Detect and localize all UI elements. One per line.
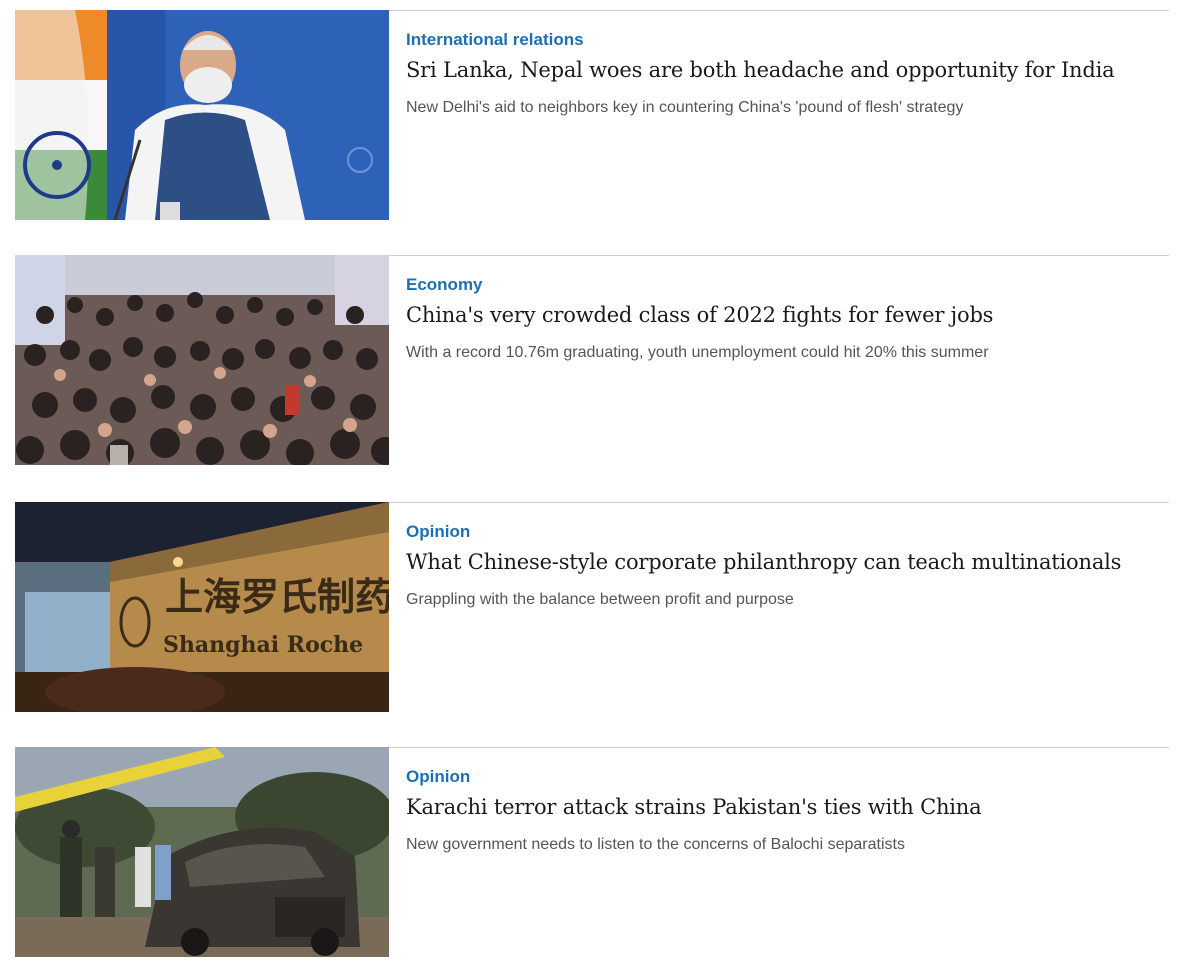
article-card: 上海罗氏制药 Shanghai Roche Opinion What Chine… xyxy=(15,502,1169,712)
article-text: Opinion Karachi terror attack strains Pa… xyxy=(406,747,1169,855)
article-headline-link[interactable]: Karachi terror attack strains Pakistan's… xyxy=(406,793,1169,821)
article-image: 上海罗氏制药 Shanghai Roche xyxy=(15,502,389,712)
article-category-link[interactable]: Opinion xyxy=(406,522,1169,542)
article-card: International relations Sri Lanka, Nepal… xyxy=(15,10,1169,220)
article-category-link[interactable]: International relations xyxy=(406,30,1169,50)
article-headline-link[interactable]: Sri Lanka, Nepal woes are both headache … xyxy=(406,56,1169,84)
article-summary: With a record 10.76m graduating, youth u… xyxy=(406,344,989,361)
article-card: Opinion Karachi terror attack strains Pa… xyxy=(15,747,1169,957)
article-summary: New Delhi's aid to neighbors key in coun… xyxy=(406,99,964,116)
article-summary: New government needs to listen to the co… xyxy=(406,836,905,853)
sign-latin-text: Shanghai Roche xyxy=(163,632,363,658)
article-image xyxy=(15,747,389,957)
article-summary: Grappling with the balance between profi… xyxy=(406,591,794,608)
article-headline-link[interactable]: What Chinese-style corporate philanthrop… xyxy=(406,548,1169,576)
article-text: International relations Sri Lanka, Nepal… xyxy=(406,10,1169,118)
article-category-link[interactable]: Economy xyxy=(406,275,1169,295)
article-text: Economy China's very crowded class of 20… xyxy=(406,255,1169,363)
article-text: Opinion What Chinese-style corporate phi… xyxy=(406,502,1169,610)
article-headline-link[interactable]: China's very crowded class of 2022 fight… xyxy=(406,301,1169,329)
article-card: Economy China's very crowded class of 20… xyxy=(15,255,1169,465)
article-image xyxy=(15,10,389,220)
article-category-link[interactable]: Opinion xyxy=(406,767,1169,787)
article-image xyxy=(15,255,389,465)
article-thumbnail[interactable]: 上海罗氏制药 Shanghai Roche xyxy=(15,502,389,712)
sign-chinese-text: 上海罗氏制药 xyxy=(165,575,389,619)
article-thumbnail[interactable] xyxy=(15,747,389,957)
article-thumbnail[interactable] xyxy=(15,255,389,465)
article-thumbnail[interactable] xyxy=(15,10,389,220)
